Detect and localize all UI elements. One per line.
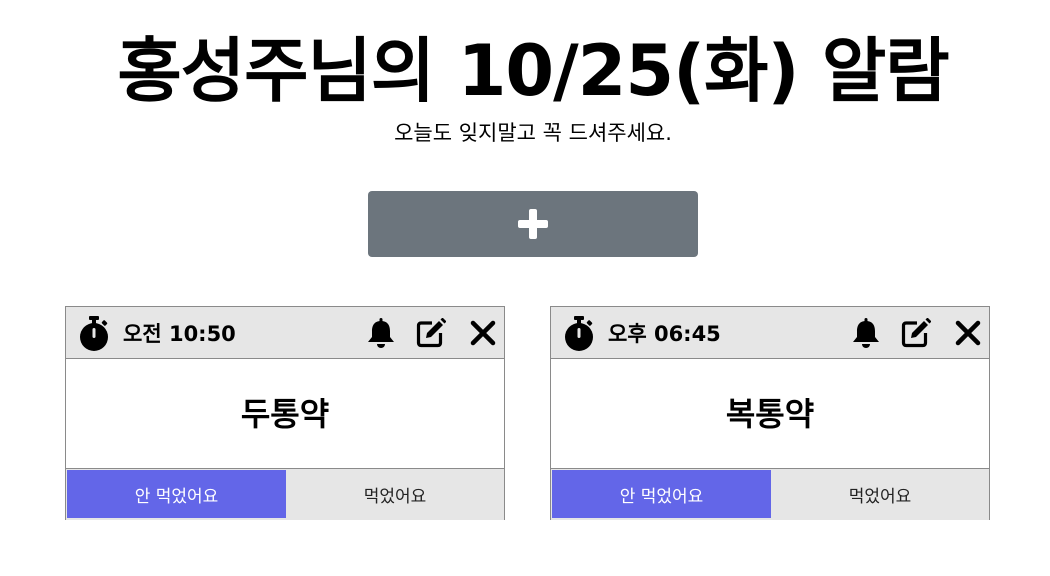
alarm-card-header: 오전 10:50 — [66, 307, 504, 359]
not-taken-button[interactable]: 안 먹었어요 — [552, 470, 771, 518]
alarm-card: 오전 10:50 두통약 안 먹었어요 먹었어요 — [65, 306, 505, 520]
page-subtitle: 오늘도 잊지말고 꼭 드셔주세요. — [394, 121, 672, 145]
taken-button[interactable]: 먹었어요 — [771, 469, 989, 519]
plus-icon — [518, 209, 548, 239]
close-icon[interactable] — [468, 318, 498, 348]
bell-icon[interactable] — [366, 318, 396, 348]
alarm-card: 오후 06:45 복통약 안 먹었어요 먹었어요 — [550, 306, 990, 520]
stopwatch-icon — [80, 316, 108, 351]
alarm-time: 오전 10:50 — [123, 322, 236, 346]
close-icon[interactable] — [953, 318, 983, 348]
stopwatch-icon — [565, 316, 593, 351]
edit-icon[interactable] — [901, 318, 931, 348]
alarm-card-footer: 안 먹었어요 먹었어요 — [551, 468, 989, 520]
alarm-time: 오후 06:45 — [608, 322, 721, 346]
taken-button[interactable]: 먹었어요 — [286, 469, 504, 519]
add-alarm-button[interactable] — [368, 191, 698, 257]
alarm-card-header: 오후 06:45 — [551, 307, 989, 359]
alarm-card-body: 복통약 — [551, 359, 989, 468]
bell-icon[interactable] — [851, 318, 881, 348]
alarm-card-footer: 안 먹었어요 먹었어요 — [66, 468, 504, 520]
medicine-name: 두통약 — [240, 394, 330, 433]
page-title: 홍성주님의 10/25(화) 알람 — [117, 30, 949, 112]
alarm-card-body: 두통약 — [66, 359, 504, 468]
not-taken-button[interactable]: 안 먹었어요 — [67, 470, 286, 518]
edit-icon[interactable] — [416, 318, 446, 348]
medicine-name: 복통약 — [725, 394, 815, 433]
